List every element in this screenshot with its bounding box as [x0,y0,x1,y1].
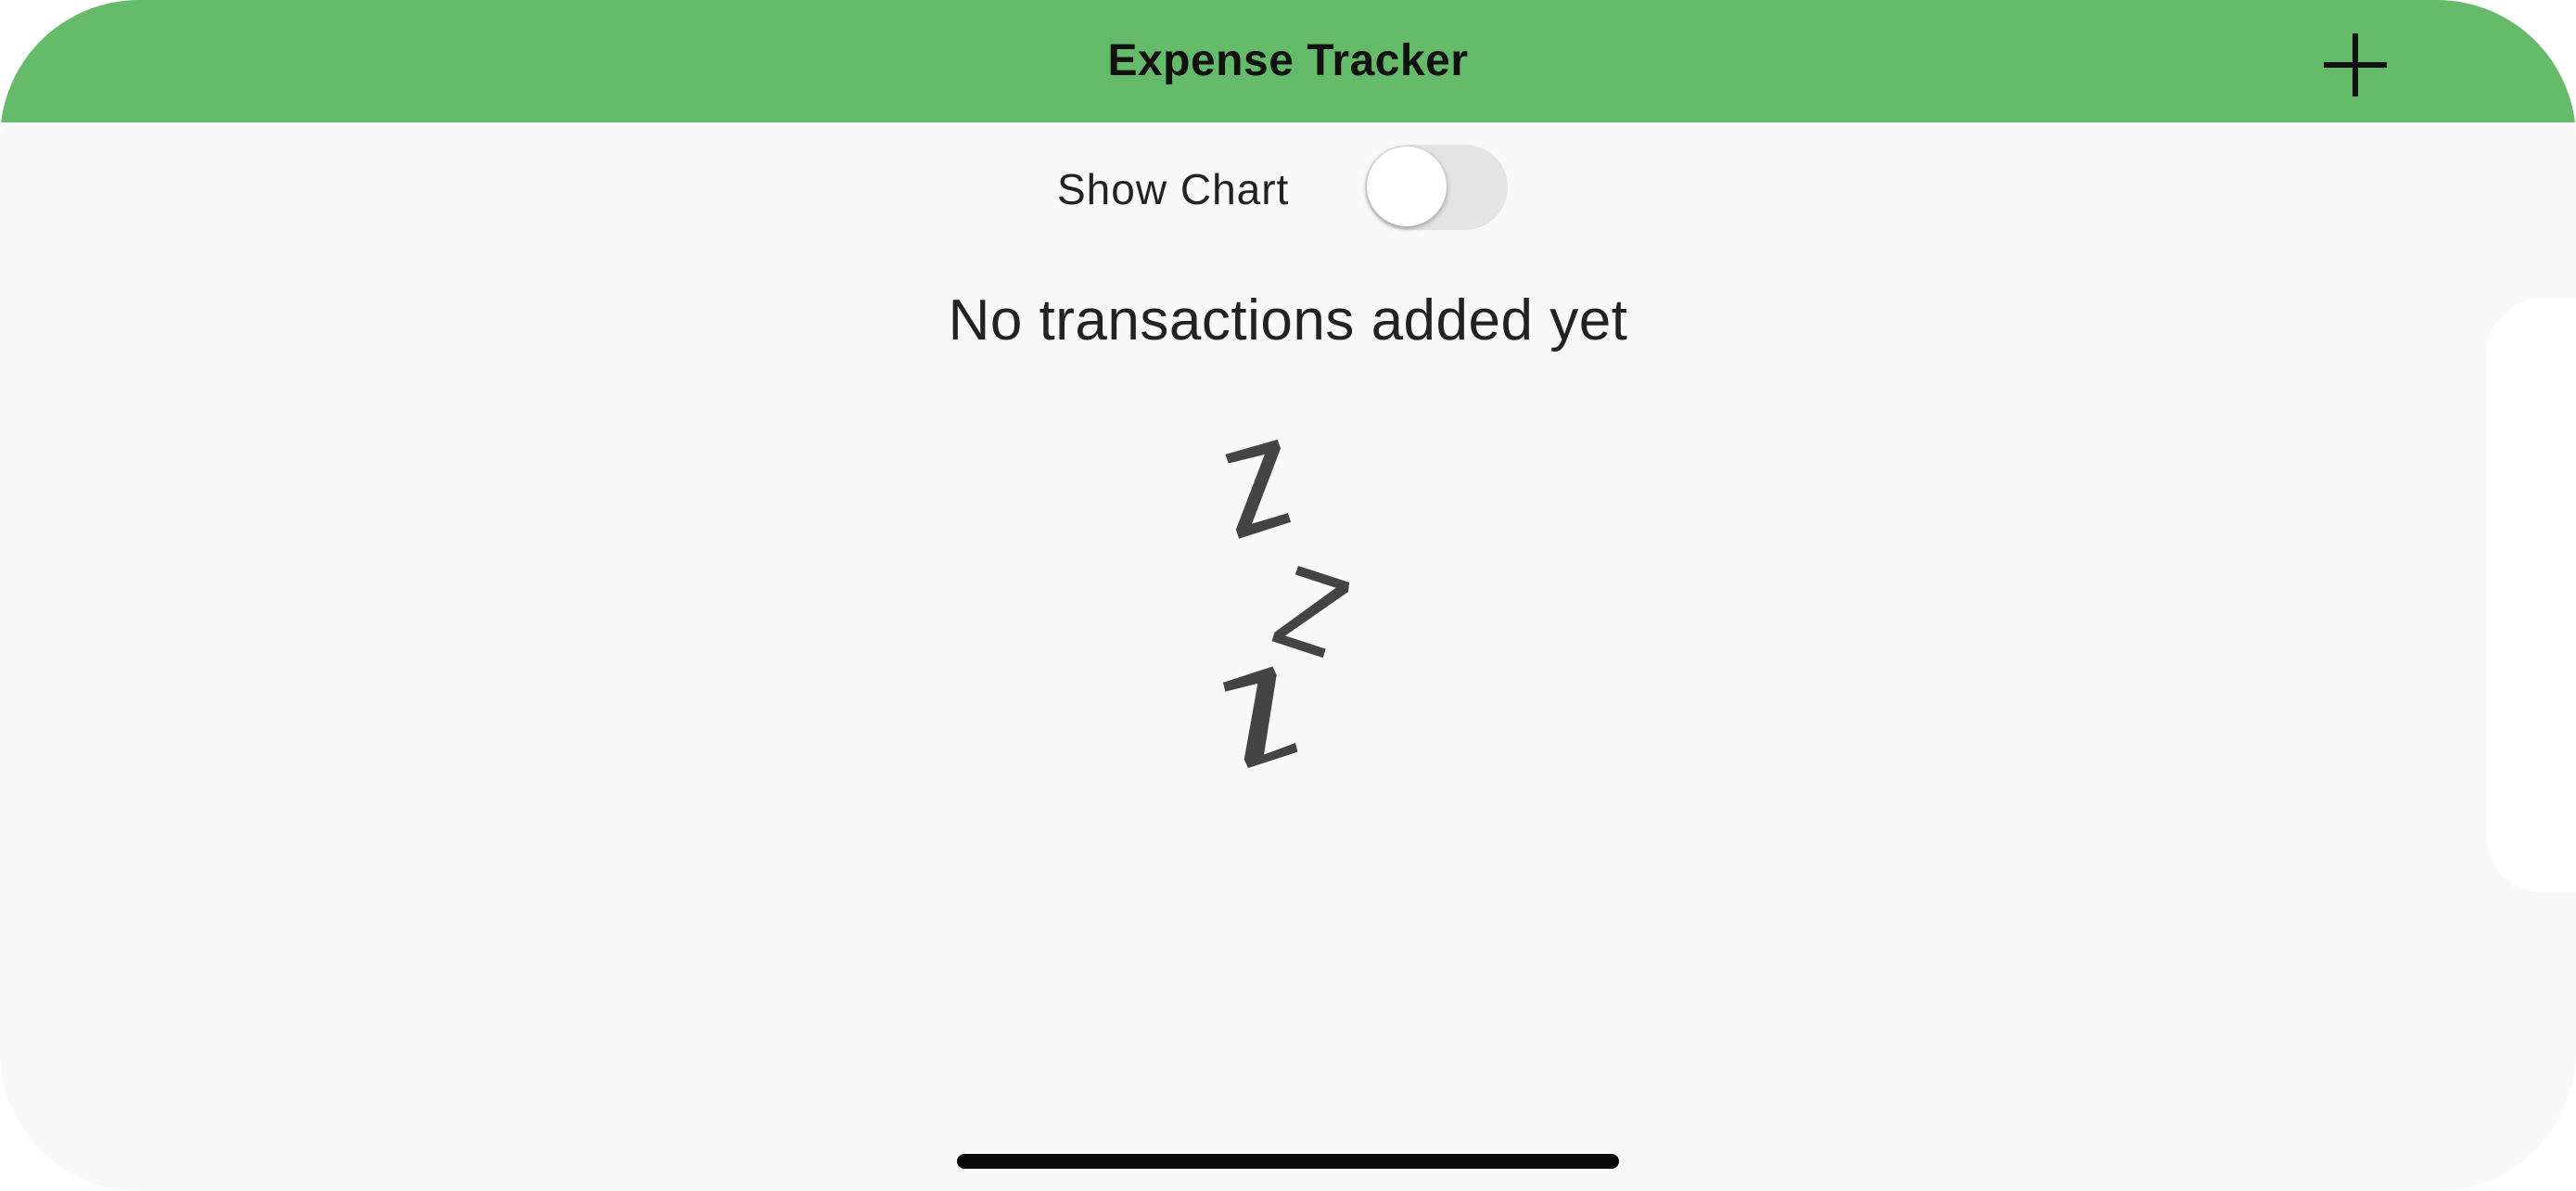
screen: Expense Tracker Show Chart No transactio… [0,0,2576,1191]
app-title: Expense Tracker [1107,36,1469,85]
sleeping-zzz-icon [1222,439,1350,769]
show-chart-switch[interactable] [1365,145,1508,230]
empty-state-image [1196,427,1382,779]
plus-icon [2324,33,2387,96]
switch-knob [1367,147,1447,226]
show-chart-label: Show Chart [1057,165,1290,213]
home-indicator[interactable] [957,1154,1619,1169]
app-bar: Expense Tracker [0,0,2576,122]
app-window: Expense Tracker Show Chart No transactio… [0,0,2576,1191]
device-notch [2487,299,2576,892]
add-transaction-button[interactable] [2318,28,2392,102]
show-chart-row: Show Chart [1020,143,1669,236]
empty-state-message: No transactions added yet [948,288,1628,352]
